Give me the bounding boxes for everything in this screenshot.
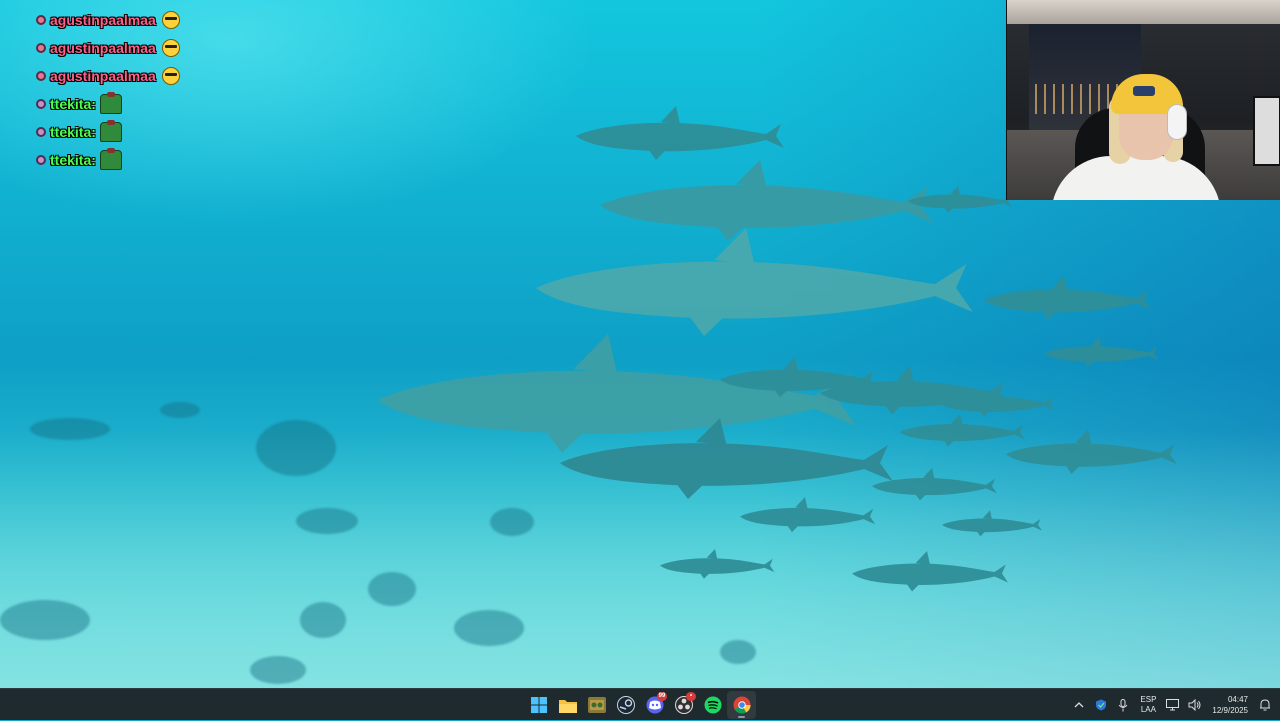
taskbar-apps: 99 • — [524, 691, 756, 719]
game-launcher-button[interactable] — [582, 691, 611, 719]
system-tray: ESP LAA 04:47 12/9/2025 — [1068, 689, 1280, 721]
dolphin — [1006, 429, 1177, 474]
input-language-indicator[interactable]: ESP LAA — [1140, 695, 1156, 715]
sunglasses-emote — [161, 11, 180, 29]
obs-recording-dot: • — [686, 692, 696, 701]
chat-username: agustinpaalmaa — [50, 40, 156, 56]
chat-badge-icon — [36, 15, 46, 25]
chat-username: ttekita: — [50, 124, 96, 140]
chat-message: agustinpaalmaa — [36, 62, 180, 90]
chat-message: agustinpaalmaa — [36, 6, 180, 34]
chrome-icon — [733, 696, 750, 714]
chat-badge-icon — [36, 71, 46, 81]
dolphin — [872, 468, 997, 501]
monitor-network-icon — [1166, 699, 1180, 711]
language-layout: LAA — [1140, 705, 1156, 714]
taskbar-clock[interactable]: 04:47 12/9/2025 — [1212, 694, 1248, 716]
dolphin — [942, 510, 1042, 537]
discord-button[interactable]: 99 — [640, 691, 669, 719]
webcam-ceiling — [1007, 0, 1280, 24]
dolphin — [740, 497, 876, 533]
notifications-button[interactable] — [1254, 691, 1276, 719]
chat-message: ttekita: — [36, 90, 180, 118]
obs-button[interactable]: • — [669, 691, 698, 719]
stream-chat-overlay: agustinpaalmaa agustinpaalmaa agustinpaalm… — [36, 6, 180, 174]
microphone-tray-button[interactable] — [1112, 691, 1134, 719]
clock-date: 12/9/2025 — [1212, 706, 1248, 715]
webcam-monitor — [1253, 96, 1280, 166]
security-tray-button[interactable] — [1090, 691, 1112, 719]
green-box-emote — [99, 148, 122, 170]
chat-username: agustinpaalmaa — [50, 12, 156, 28]
chat-username: agustinpaalmaa — [50, 68, 156, 84]
sunglasses-emote — [161, 67, 180, 85]
show-hidden-icons-button[interactable] — [1068, 691, 1090, 719]
chat-badge-icon — [36, 155, 46, 165]
dolphin — [576, 106, 784, 160]
chat-message: ttekita: — [36, 146, 180, 174]
green-box-emote — [99, 120, 122, 142]
webcam-overlay — [1006, 0, 1280, 200]
headphones — [1167, 104, 1187, 140]
dolphin — [900, 414, 1025, 447]
steam-button[interactable] — [611, 691, 640, 719]
chat-badge-icon — [36, 99, 46, 109]
speaker-icon — [1188, 699, 1201, 711]
clock-time: 04:47 — [1227, 695, 1248, 704]
chrome-button[interactable] — [727, 691, 756, 719]
language-code: ESP — [1140, 695, 1157, 704]
steam-icon — [616, 696, 635, 714]
game-launcher-icon — [587, 697, 606, 713]
microphone-icon — [1119, 698, 1128, 711]
chat-username: ttekita: — [50, 96, 96, 112]
file-explorer-button[interactable] — [553, 691, 582, 719]
green-box-emote — [99, 92, 122, 114]
notification-bell-icon — [1260, 699, 1270, 711]
chevron-up-icon — [1074, 702, 1084, 708]
spotify-button[interactable] — [698, 691, 727, 719]
active-app-indicator — [738, 716, 745, 718]
dolphin — [984, 276, 1151, 320]
chat-username: ttekita: — [50, 152, 96, 168]
dolphin — [378, 334, 857, 453]
folder-icon — [558, 699, 577, 713]
spotify-icon — [704, 696, 721, 714]
volume-tray-button[interactable] — [1184, 691, 1206, 719]
dolphin — [600, 160, 933, 241]
windows-logo-icon — [530, 697, 547, 713]
chat-message: agustinpaalmaa — [36, 34, 180, 62]
sunglasses-emote — [161, 39, 180, 57]
dolphin — [1044, 337, 1159, 367]
shield-icon — [1096, 699, 1107, 711]
beanie-logo — [1133, 86, 1155, 96]
taskbar: 99 • ESP LAA 04:47 12/9/2025 — [0, 688, 1280, 720]
chat-message: ttekita: — [36, 118, 180, 146]
chat-badge-icon — [36, 127, 46, 137]
dolphin — [536, 228, 973, 336]
discord-notification-badge: 99 — [657, 692, 667, 701]
start-button[interactable] — [524, 691, 553, 719]
network-tray-button[interactable] — [1162, 691, 1184, 719]
dolphin — [852, 551, 1008, 592]
chat-badge-icon — [36, 43, 46, 53]
dolphin — [660, 549, 775, 579]
